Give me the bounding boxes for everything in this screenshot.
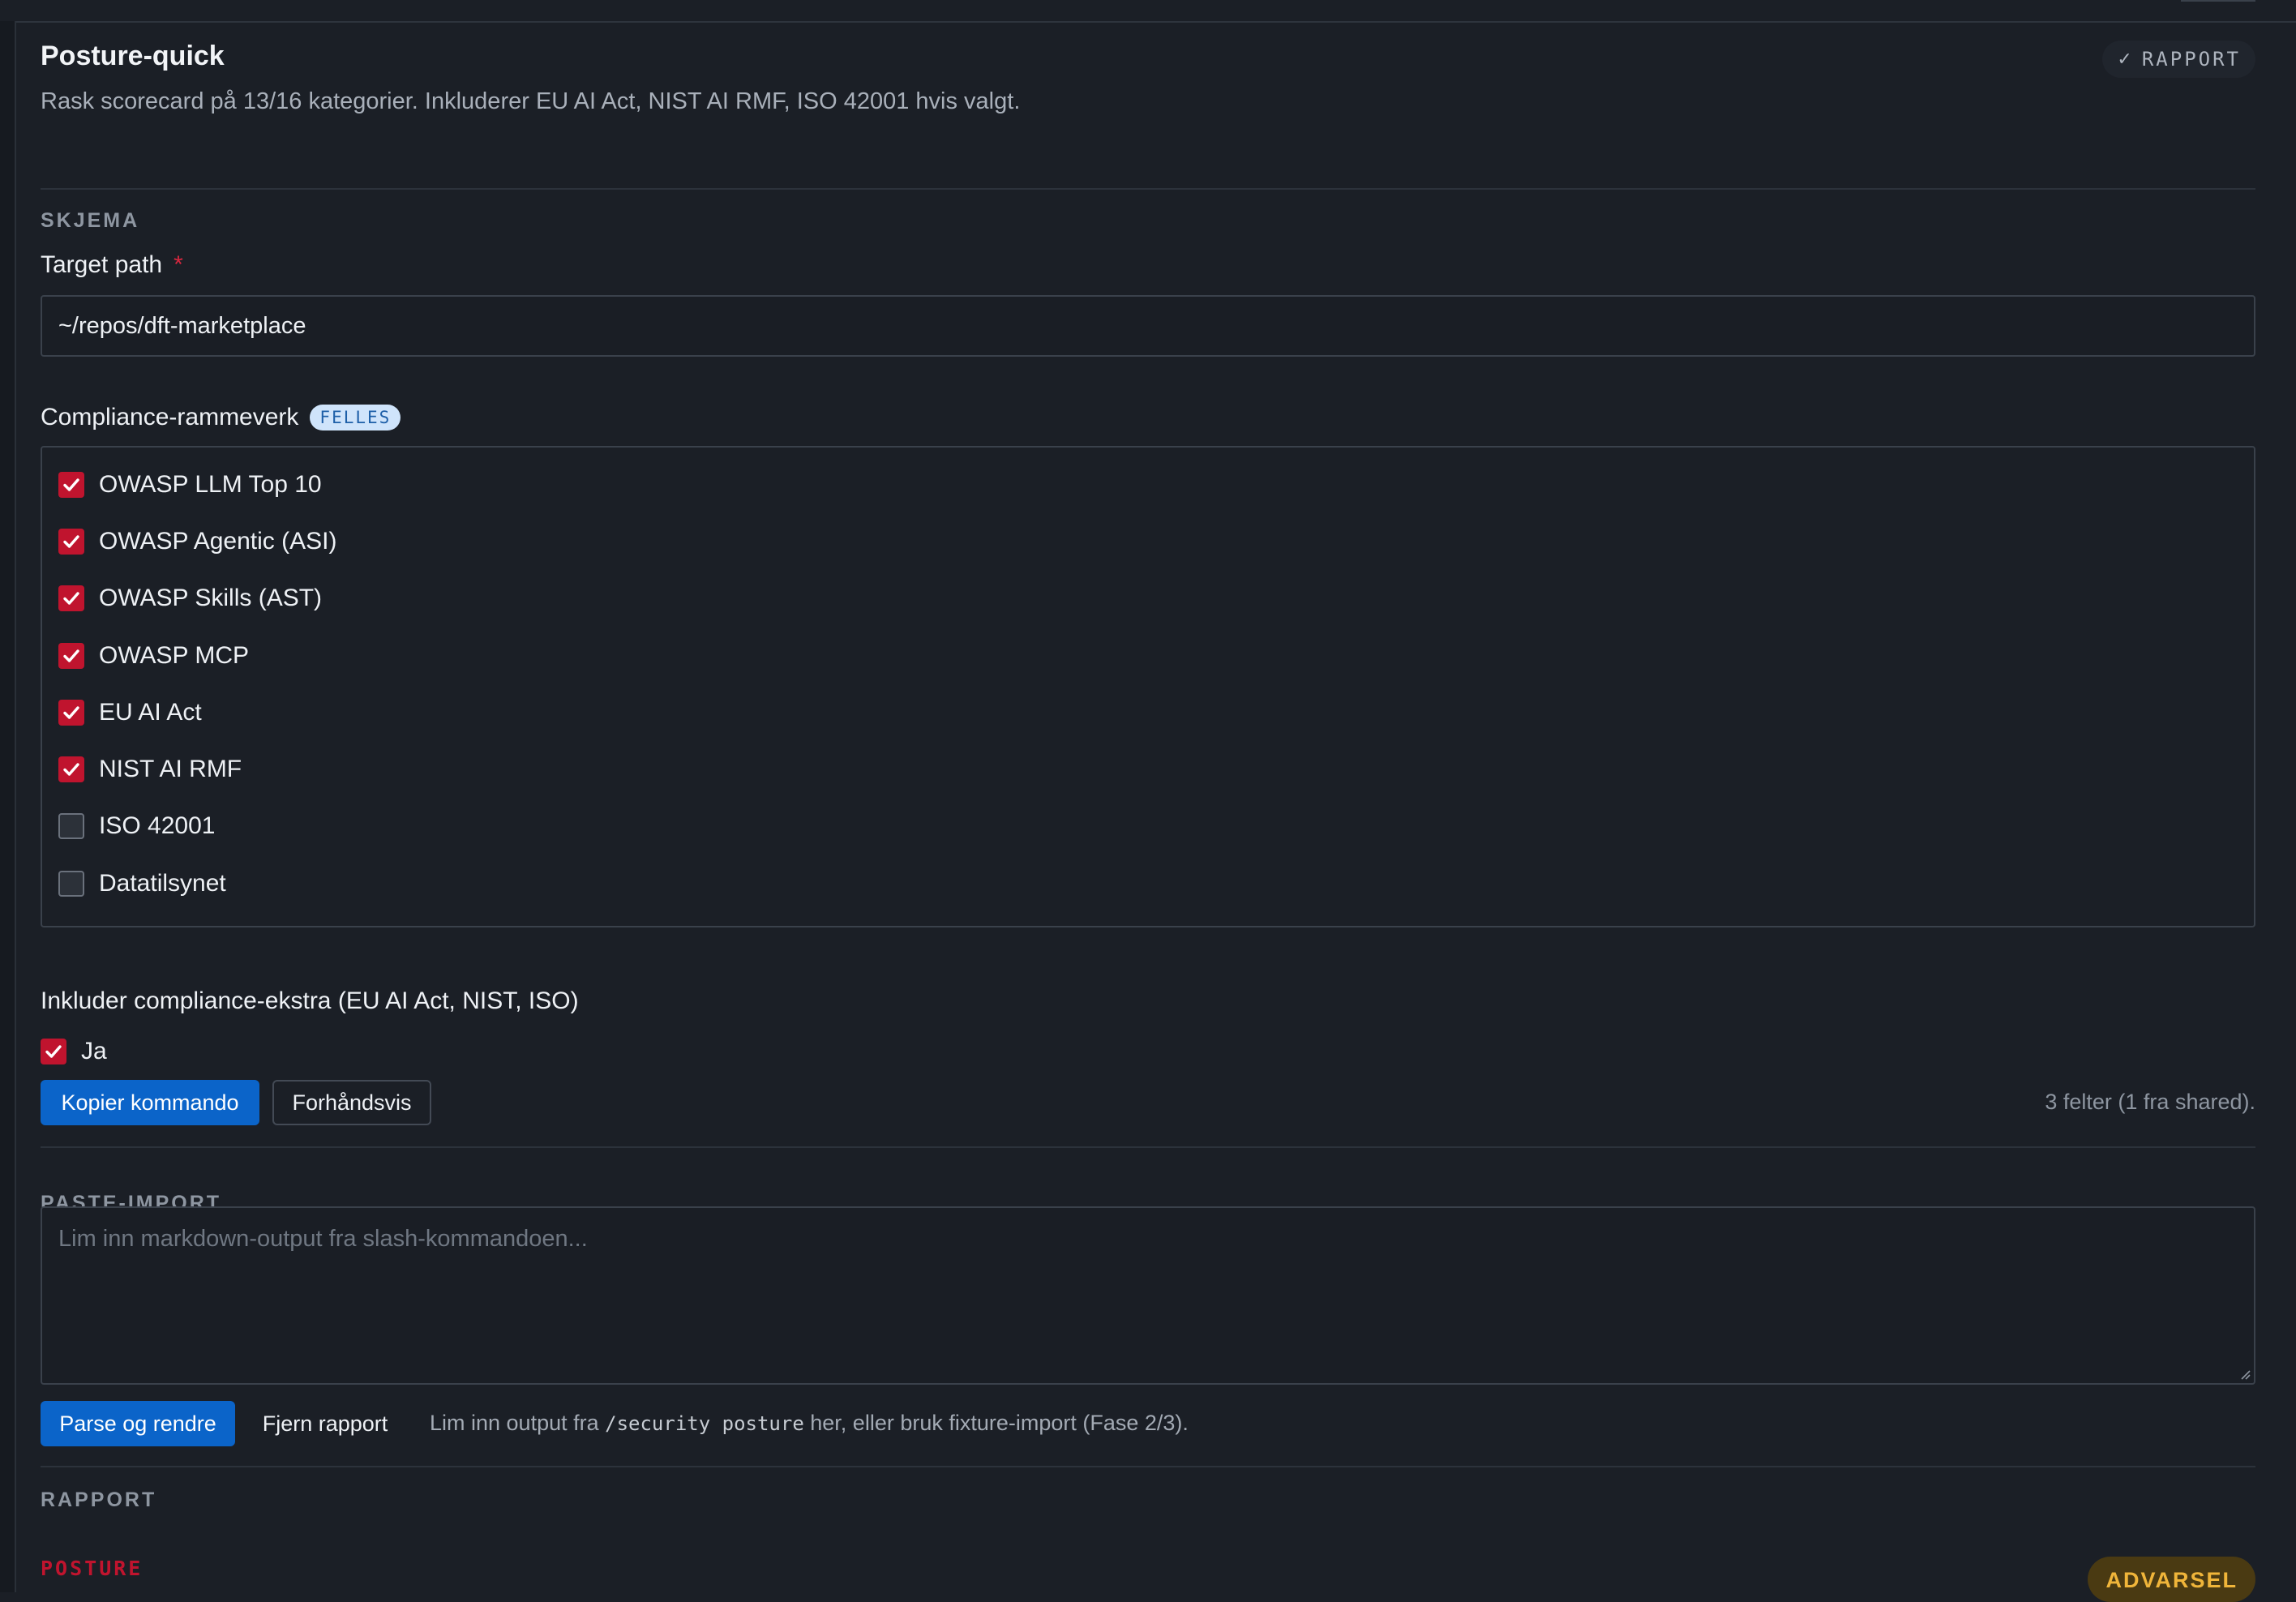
framework-option[interactable]: NIST AI RMF (58, 753, 242, 786)
frameworks-checklist: OWASP LLM Top 10 OWASP Agentic (ASI) OWA… (41, 446, 2255, 927)
section-label-report: RAPPORT (41, 1488, 157, 1511)
target-path-label-text: Target path (41, 251, 163, 278)
checkbox-unchecked[interactable] (58, 871, 84, 897)
checkbox-checked[interactable] (58, 529, 84, 555)
framework-option-label: OWASP Agentic (ASI) (99, 528, 337, 555)
top-bar-tab-indicator (2181, 0, 2255, 2)
felles-tag: FELLES (310, 405, 401, 430)
framework-option-label: OWASP Skills (AST) (99, 585, 323, 611)
checkbox-checked[interactable] (41, 1039, 66, 1064)
include-extra-option[interactable]: Ja (41, 1035, 107, 1068)
framework-option-label: EU AI Act (99, 699, 202, 726)
frameworks-label: Compliance-rammeverk FELLES (41, 404, 401, 431)
framework-option-label: OWASP LLM Top 10 (99, 471, 322, 498)
rapport-status-label: RAPPORT (2141, 48, 2241, 71)
framework-option[interactable]: OWASP Agentic (ASI) (58, 525, 336, 558)
hint-command: /security posture (605, 1412, 804, 1435)
framework-option[interactable]: EU AI Act (58, 696, 202, 729)
checkbox-checked[interactable] (58, 472, 84, 498)
card-subtitle: Rask scorecard på 13/16 kategorier. Inkl… (41, 88, 1021, 114)
framework-option-label: NIST AI RMF (99, 756, 242, 782)
frameworks-label-text: Compliance-rammeverk (41, 404, 299, 430)
divider (41, 1466, 2255, 1467)
copy-command-button[interactable]: Kopier kommando (41, 1080, 259, 1125)
resize-grip-icon[interactable] (2239, 1369, 2251, 1380)
required-marker: * (173, 251, 183, 278)
target-path-value: ~/repos/dft-marketplace (58, 312, 306, 339)
top-bar (0, 0, 2296, 23)
framework-option[interactable]: OWASP Skills (AST) (58, 582, 322, 615)
card-title: Posture-quick (41, 41, 225, 71)
preview-button[interactable]: Forhåndsvis (272, 1080, 431, 1125)
checkbox-checked[interactable] (58, 643, 84, 669)
left-rail (0, 21, 16, 1592)
remove-report-button[interactable]: Fjern rapport (248, 1401, 402, 1446)
checkbox-checked[interactable] (58, 585, 84, 611)
framework-option-label: Datatilsynet (99, 870, 226, 897)
include-extra-label: Inkluder compliance-ekstra (EU AI Act, N… (41, 987, 579, 1015)
include-extra-label-text: Inkluder compliance-ekstra (EU AI Act, N… (41, 987, 579, 1014)
target-path-label: Target path * (41, 251, 183, 279)
severity-badge: ADVARSEL (2088, 1557, 2255, 1602)
rapport-status-badge: ✓ RAPPORT (2102, 41, 2255, 78)
checkbox-checked[interactable] (58, 700, 84, 726)
section-label-schema: SKJEMA (41, 209, 140, 232)
hint-text-after: her, eller bruk fixture-import (Fase 2/3… (803, 1411, 1189, 1435)
check-icon: ✓ (2117, 49, 2132, 69)
framework-option[interactable]: Datatilsynet (58, 867, 226, 900)
hint-text-before: Lim inn output fra (430, 1411, 606, 1435)
divider (41, 1146, 2255, 1148)
paste-import-placeholder: Lim inn markdown-output fra slash-komman… (58, 1226, 588, 1252)
checkbox-unchecked[interactable] (58, 813, 84, 839)
target-path-input[interactable]: ~/repos/dft-marketplace (41, 295, 2255, 357)
field-count-text: 3 felter (1 fra shared). (2045, 1090, 2255, 1114)
framework-option[interactable]: OWASP LLM Top 10 (58, 469, 322, 501)
framework-option-label: OWASP MCP (99, 642, 250, 669)
divider (41, 188, 2255, 190)
paste-import-textarea[interactable]: Lim inn markdown-output fra slash-komman… (41, 1206, 2255, 1385)
parse-render-button[interactable]: Parse og rendre (41, 1401, 235, 1446)
framework-option-label: ISO 42001 (99, 812, 216, 839)
checkbox-checked[interactable] (58, 756, 84, 782)
include-extra-option-label: Ja (81, 1038, 107, 1064)
posture-quick-card: Posture-quick Rask scorecard på 13/16 ka… (41, 23, 2255, 1602)
posture-label: POSTURE (41, 1557, 144, 1580)
paste-import-hint: Lim inn output fra /security posture her… (430, 1411, 1189, 1436)
framework-option[interactable]: OWASP MCP (58, 640, 249, 672)
framework-option[interactable]: ISO 42001 (58, 810, 215, 842)
